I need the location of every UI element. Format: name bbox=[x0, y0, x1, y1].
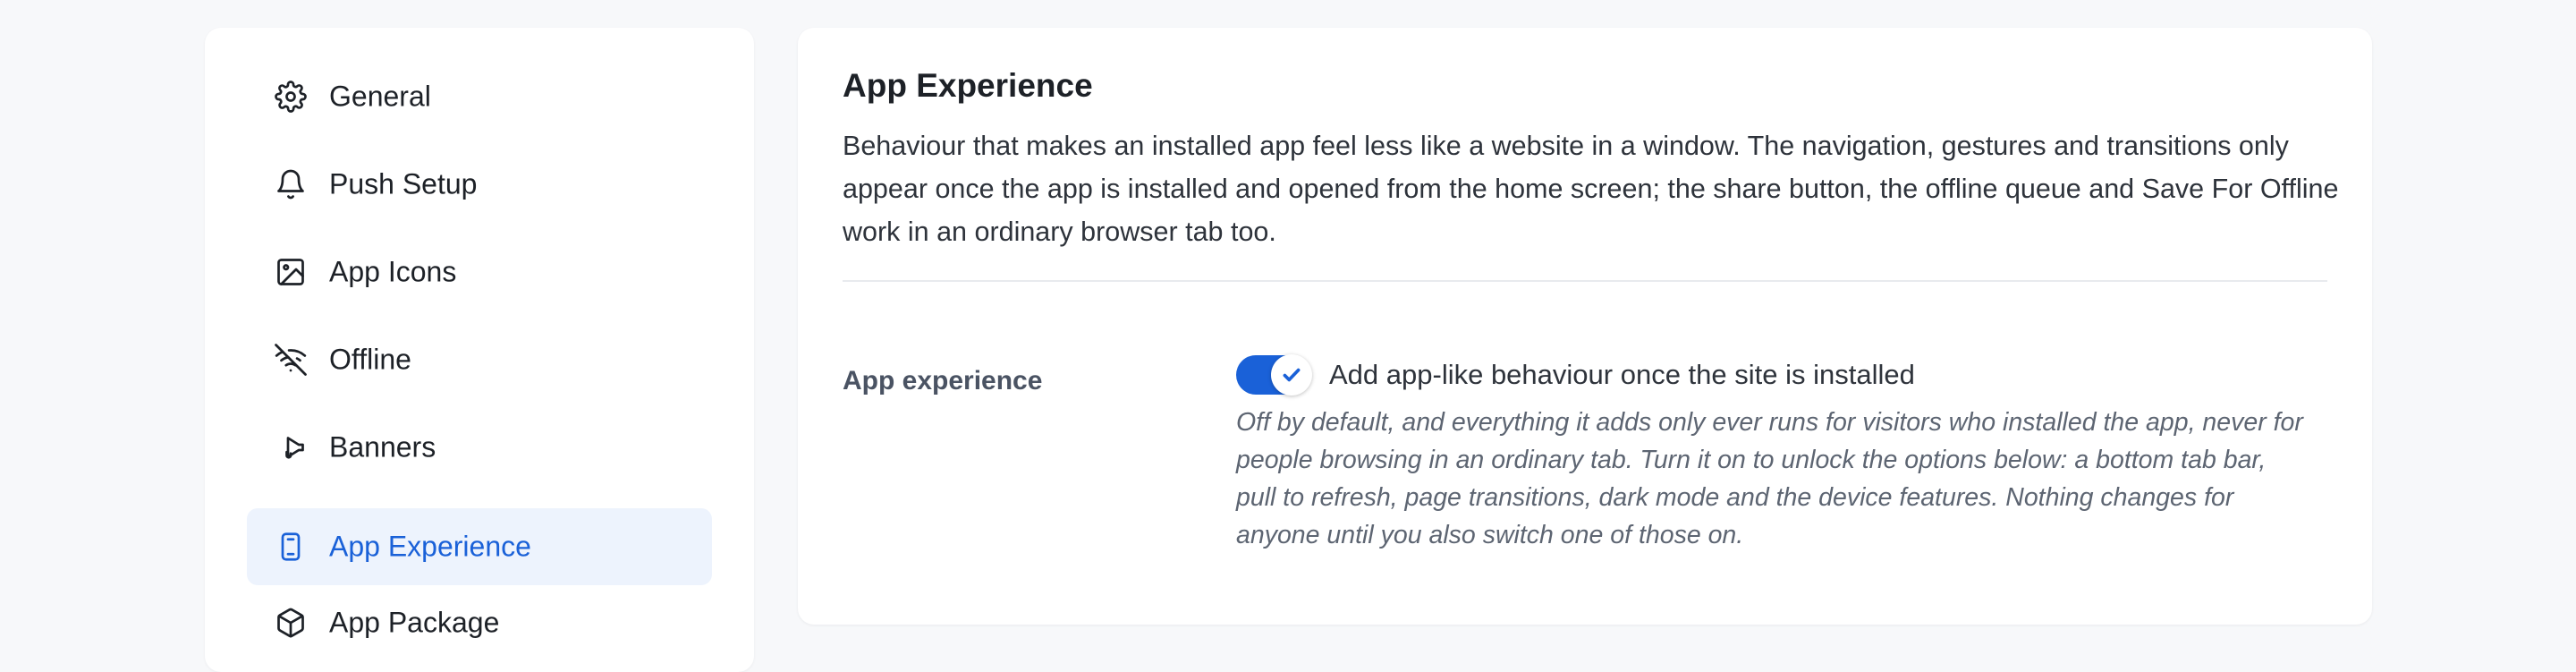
page-description: Behaviour that makes an installed app fe… bbox=[843, 131, 2339, 247]
sidebar-item-label: General bbox=[329, 80, 431, 113]
setting-help-text: Off by default, and everything it adds o… bbox=[1236, 408, 2303, 549]
sidebar-item-general[interactable]: General bbox=[247, 58, 712, 135]
phone-icon bbox=[274, 530, 308, 564]
sidebar-item-label: App Experience bbox=[329, 530, 531, 563]
wifi-off-icon bbox=[274, 343, 308, 377]
sidebar-item-app-package[interactable]: App Package bbox=[247, 584, 712, 661]
megaphone-icon bbox=[274, 430, 308, 464]
image-icon bbox=[274, 255, 308, 289]
setting-label: App experience bbox=[843, 366, 1043, 396]
sidebar-item-app-experience[interactable]: App Experience bbox=[247, 508, 712, 585]
gear-icon bbox=[274, 80, 308, 114]
toggle-label[interactable]: Add app-like behaviour once the site is … bbox=[1329, 359, 1915, 391]
app-experience-panel: App Experience Behaviour that makes an i… bbox=[798, 28, 2372, 625]
app-experience-toggle[interactable] bbox=[1236, 354, 1312, 396]
sidebar-item-label: App Package bbox=[329, 606, 500, 639]
page-title: App Experience bbox=[843, 67, 1093, 104]
sidebar-item-banners[interactable]: Banners bbox=[247, 409, 712, 486]
sidebar-item-label: Banners bbox=[329, 430, 436, 464]
settings-sidebar: General Push Setup App Icons Offline Ban… bbox=[205, 28, 754, 672]
check-icon bbox=[1283, 368, 1301, 382]
sidebar-item-label: Push Setup bbox=[329, 167, 478, 200]
box-icon bbox=[274, 606, 308, 640]
sidebar-item-label: App Icons bbox=[329, 255, 457, 288]
bell-icon bbox=[274, 167, 308, 201]
sidebar-item-app-icons[interactable]: App Icons bbox=[247, 234, 712, 310]
toggle-knob bbox=[1271, 354, 1312, 396]
sidebar-item-offline[interactable]: Offline bbox=[247, 321, 712, 398]
divider bbox=[843, 280, 2327, 282]
sidebar-item-push-setup[interactable]: Push Setup bbox=[247, 146, 712, 223]
sidebar-item-label: Offline bbox=[329, 343, 411, 376]
